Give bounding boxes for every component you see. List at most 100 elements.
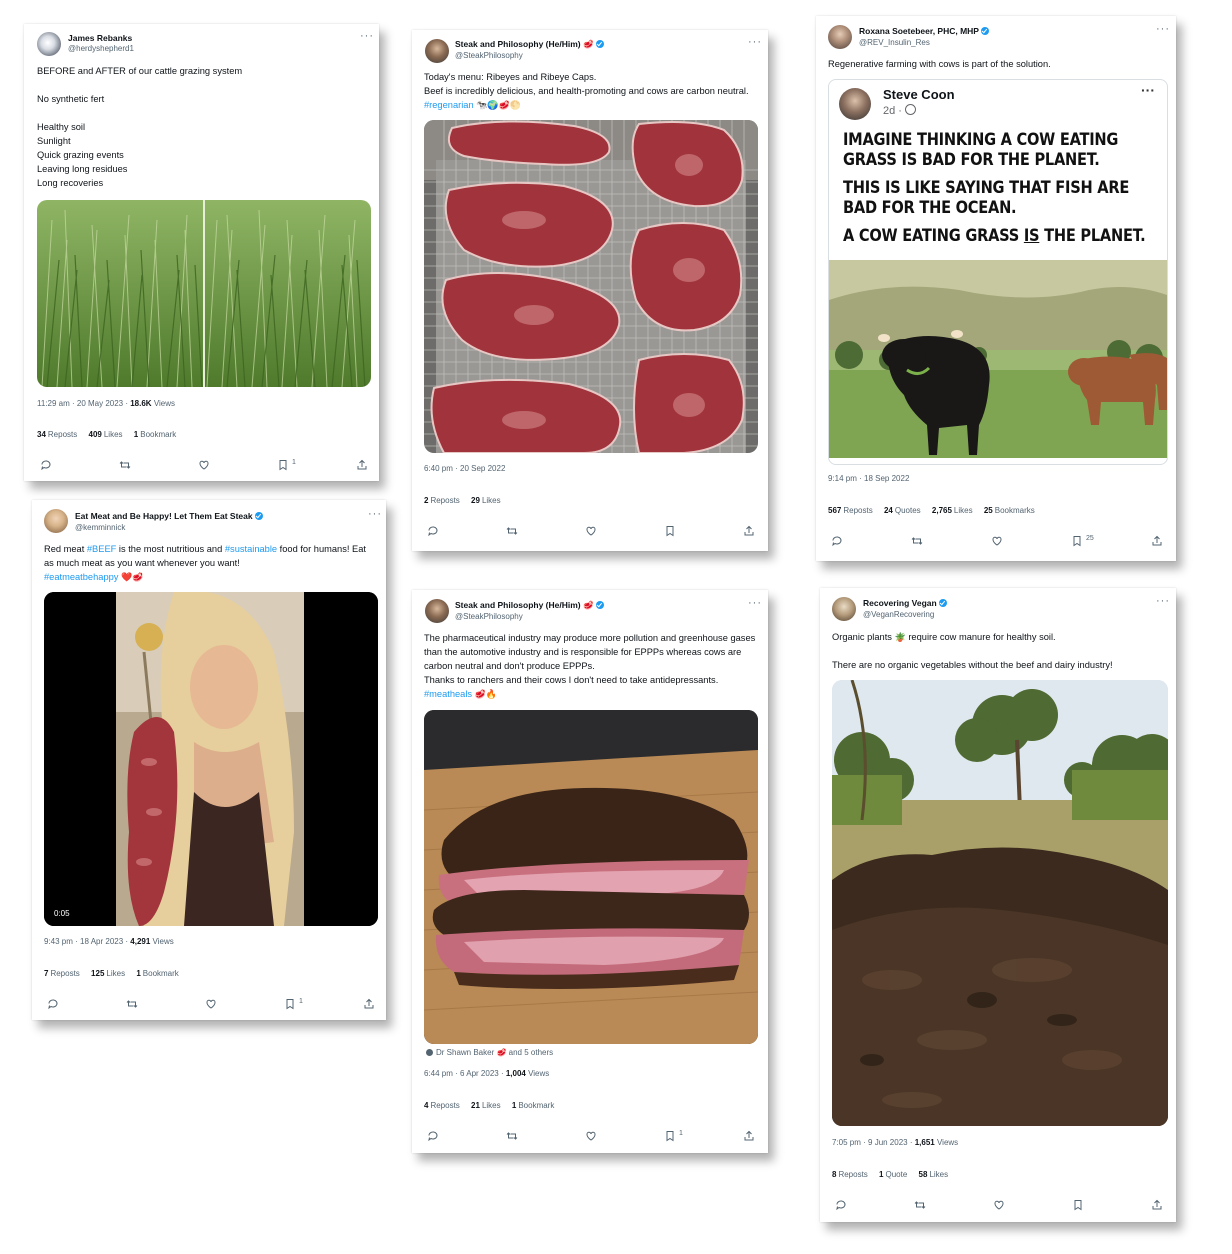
bookmark-icon[interactable]: 1 (284, 997, 303, 1011)
quotes-stat[interactable]: 24 Quotes (884, 506, 921, 515)
hashtag-eatmeatbehappy[interactable]: #eatmeatbehappy (44, 572, 118, 582)
like-icon[interactable] (198, 458, 212, 472)
avatar[interactable] (37, 32, 61, 56)
likes-count: 409 (88, 430, 102, 439)
likes-stat[interactable]: 409 Likes (89, 430, 123, 439)
timestamp[interactable]: 9:14 pm · 18 Sep 2022 (828, 474, 909, 483)
bookmarks-label: Bookmarks (994, 506, 1035, 515)
timestamp[interactable]: 9:43 pm · 18 Apr 2023 · 4,291 Views (44, 937, 174, 946)
bookmarks-stat[interactable]: 1 Bookmark (512, 1101, 554, 1110)
tweet-image-steak[interactable] (424, 710, 758, 1044)
author-handle[interactable]: @REV_Insulin_Res (859, 38, 930, 47)
reposts-stat[interactable]: 34 Reposts (37, 430, 77, 439)
bookmarks-stat[interactable]: 25 Bookmarks (984, 506, 1035, 515)
repost-icon[interactable] (119, 458, 133, 472)
repost-icon[interactable] (506, 524, 520, 538)
more-icon[interactable]: ··· (1156, 23, 1170, 35)
share-icon[interactable] (1151, 534, 1165, 548)
author-handle[interactable]: @SteakPhilosophy (455, 51, 523, 60)
author-name[interactable]: Roxana Soetebeer, PHC, MHP (859, 26, 989, 36)
tagged-people[interactable]: Dr Shawn Baker 🥩 and 5 others (426, 1048, 553, 1057)
bookmark-icon[interactable]: 1 (664, 1129, 683, 1143)
more-icon[interactable]: ··· (360, 30, 374, 42)
author-handle[interactable]: @SteakPhilosophy (455, 612, 523, 621)
reply-icon[interactable] (831, 534, 845, 548)
like-icon[interactable] (205, 997, 219, 1011)
author-handle[interactable]: @kemminnick (75, 523, 125, 532)
reposts-stat[interactable]: 2 Reposts (424, 496, 460, 505)
likes-stat[interactable]: 29 Likes (471, 496, 501, 505)
bookmarks-stat[interactable]: 1 Bookmark (134, 430, 176, 439)
bookmark-icon[interactable] (1072, 1198, 1086, 1212)
embed-avatar[interactable] (839, 88, 871, 120)
likes-stat[interactable]: 2,765 Likes (932, 506, 973, 515)
author-handle[interactable]: @VeganRecovering (863, 610, 934, 619)
more-icon[interactable]: ··· (748, 36, 762, 48)
embedded-post[interactable]: Steve Coon 2d · ··· IMAGINE THINKING A C… (828, 79, 1168, 465)
timestamp[interactable]: 11:29 am · 20 May 2023 · 18.6K Views (37, 399, 175, 408)
author-name[interactable]: Recovering Vegan (863, 598, 947, 608)
timestamp[interactable]: 7:05 pm · 9 Jun 2023 · 1,651 Views (832, 1138, 958, 1147)
author-name[interactable]: James Rebanks (68, 33, 132, 43)
share-icon[interactable] (363, 997, 377, 1011)
bookmark-icon[interactable] (664, 524, 678, 538)
engagement-stats: 8 Reposts 1 Quote 58 Likes (832, 1170, 957, 1179)
bookmark-action-count: 1 (679, 1130, 683, 1137)
author-name[interactable]: Eat Meat and Be Happy! Let Them Eat Stea… (75, 511, 263, 521)
like-icon[interactable] (585, 1129, 599, 1143)
repost-icon[interactable] (911, 534, 925, 548)
avatar[interactable] (828, 25, 852, 49)
reply-icon[interactable] (835, 1198, 849, 1212)
hashtag-link[interactable]: #regenarian (424, 100, 474, 110)
likes-stat[interactable]: 21 Likes (471, 1101, 501, 1110)
tweet-image-manure[interactable] (832, 680, 1168, 1126)
reposts-stat[interactable]: 8 Reposts (832, 1170, 868, 1179)
share-icon[interactable] (1151, 1198, 1165, 1212)
more-icon[interactable]: ··· (1141, 82, 1155, 98)
quotes-stat[interactable]: 1 Quote (879, 1170, 907, 1179)
reply-icon[interactable] (47, 997, 61, 1011)
tweet-card-rebanks: James Rebanks @herdyshepherd1 ··· BEFORE… (24, 24, 379, 481)
more-icon[interactable]: ··· (368, 508, 382, 520)
repost-icon[interactable] (126, 997, 140, 1011)
cow-photo[interactable] (829, 260, 1167, 458)
reposts-stat[interactable]: 567 Reposts (828, 506, 873, 515)
tweet-video[interactable]: 0:05 (44, 592, 378, 926)
repost-icon[interactable] (914, 1198, 928, 1212)
bookmark-icon[interactable]: 1 (277, 458, 296, 472)
tweet-image-grass[interactable] (37, 200, 371, 387)
tweet-image-ribeyes[interactable] (424, 120, 758, 453)
views-count: 18.6K (130, 399, 152, 408)
embed-author-name[interactable]: Steve Coon (883, 87, 955, 102)
reposts-stat[interactable]: 7 Reposts (44, 969, 80, 978)
hashtag-beef[interactable]: #BEEF (87, 544, 116, 554)
likes-stat[interactable]: 125 Likes (91, 969, 125, 978)
share-icon[interactable] (356, 458, 370, 472)
repost-icon[interactable] (506, 1129, 520, 1143)
bookmarks-stat[interactable]: 1 Bookmark (136, 969, 178, 978)
author-name[interactable]: Steak and Philosophy (He/Him) 🥩 (455, 39, 604, 50)
like-icon[interactable] (585, 524, 599, 538)
reply-icon[interactable] (427, 524, 441, 538)
reply-icon[interactable] (427, 1129, 441, 1143)
avatar[interactable] (44, 509, 68, 533)
like-icon[interactable] (991, 534, 1005, 548)
reposts-stat[interactable]: 4 Reposts (424, 1101, 460, 1110)
avatar[interactable] (425, 39, 449, 63)
avatar[interactable] (425, 599, 449, 623)
author-handle[interactable]: @herdyshepherd1 (68, 44, 134, 53)
avatar[interactable] (832, 597, 856, 621)
timestamp[interactable]: 6:40 pm · 20 Sep 2022 (424, 464, 505, 473)
bookmark-icon[interactable]: 25 (1071, 534, 1094, 548)
more-icon[interactable]: ··· (1156, 595, 1170, 607)
like-icon[interactable] (993, 1198, 1007, 1212)
likes-stat[interactable]: 58 Likes (919, 1170, 949, 1179)
author-name[interactable]: Steak and Philosophy (He/Him) 🥩 (455, 600, 604, 611)
timestamp[interactable]: 6:44 pm · 6 Apr 2023 · 1,004 Views (424, 1069, 549, 1078)
hashtag-link[interactable]: #meatheals (424, 689, 472, 699)
reply-icon[interactable] (40, 458, 54, 472)
hashtag-sustainable[interactable]: #sustainable (225, 544, 277, 554)
share-icon[interactable] (743, 1129, 757, 1143)
share-icon[interactable] (743, 524, 757, 538)
more-icon[interactable]: ··· (748, 597, 762, 609)
